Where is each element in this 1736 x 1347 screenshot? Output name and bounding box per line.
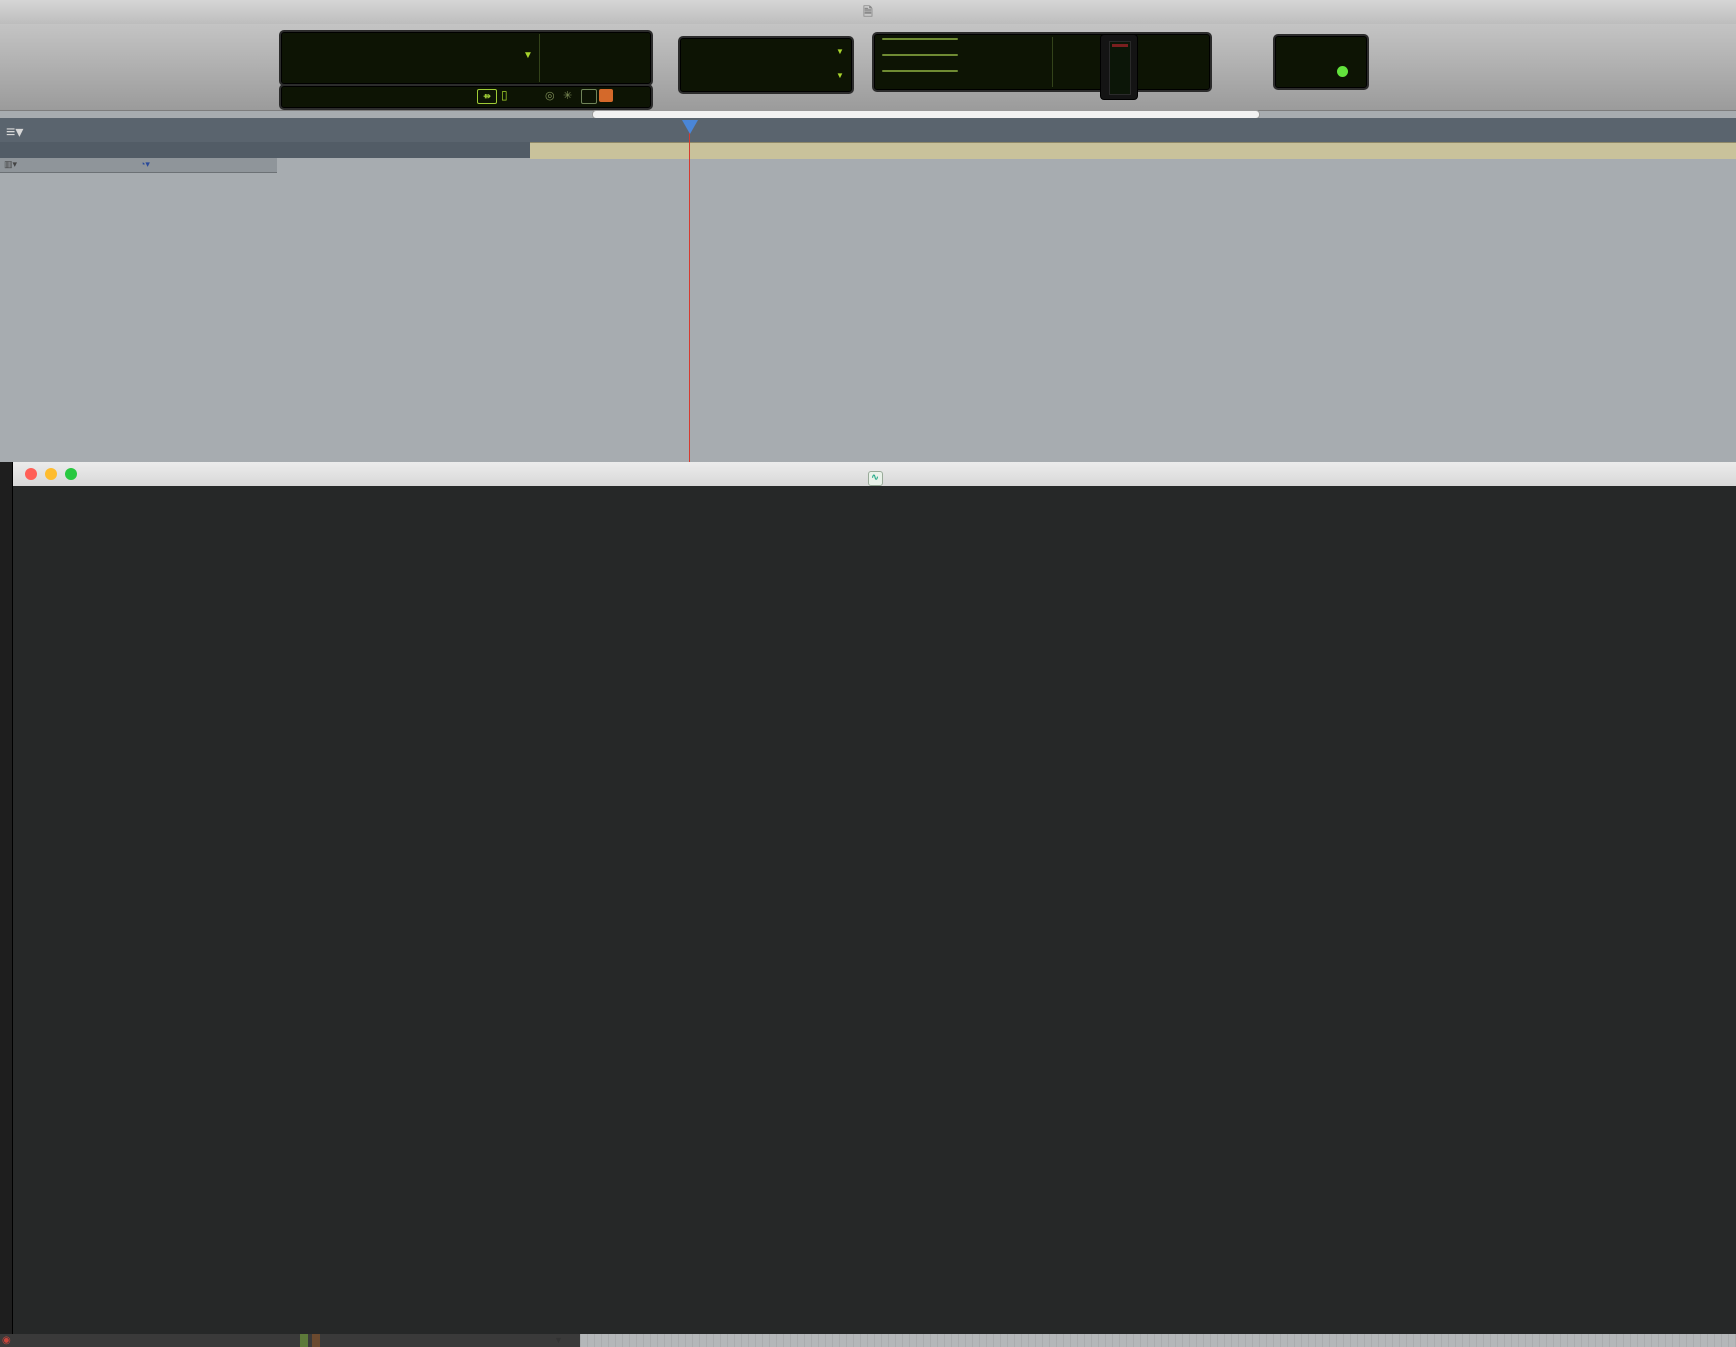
color-strip — [300, 1334, 308, 1347]
color-strip — [312, 1334, 320, 1347]
solo-clear-button[interactable] — [581, 89, 597, 104]
close-icon[interactable] — [25, 468, 37, 480]
meter-clip-led — [1112, 44, 1128, 47]
protools-titlebar[interactable]: 🗎 — [0, 0, 1736, 25]
metronome-icon[interactable]: ◎ — [545, 89, 555, 102]
minimize-icon[interactable] — [45, 468, 57, 480]
protools-edit-window: 🗎 ▼ ⇻ ▯ ◎ ✳ — [0, 0, 1736, 462]
divider — [539, 34, 540, 82]
maximize-icon[interactable] — [65, 468, 77, 480]
level-meter — [1100, 34, 1138, 100]
cursor-display: ⇻ ▯ ◎ ✳ — [279, 84, 653, 110]
reaper-body — [13, 486, 1736, 1347]
chevron-down-icon[interactable]: ▼ — [836, 47, 844, 56]
eucon-panel — [1273, 34, 1369, 90]
protools-track-area — [0, 172, 1736, 462]
chevron-down-icon[interactable]: ▼ — [523, 50, 533, 61]
track-list-header: ▥▾ ◔▾ — [0, 158, 277, 173]
main-counter-display[interactable]: ▼ — [279, 30, 653, 86]
track-view-icon[interactable]: ▥▾ — [4, 159, 17, 170]
markers-ruler[interactable] — [0, 142, 1736, 158]
ruler-menu-icon[interactable]: ≡▾ — [6, 122, 23, 142]
divider — [1052, 37, 1053, 87]
waveform-strip — [580, 1334, 1736, 1347]
post-roll-label[interactable] — [882, 54, 958, 56]
playhead-line — [689, 122, 690, 462]
playhead-marker[interactable] — [682, 120, 698, 134]
reaper-titlebar[interactable]: ∿ — [13, 462, 1736, 487]
timecode-ruler[interactable]: ≡▾ — [0, 118, 1736, 143]
reaper-app-icon: ∿ — [868, 471, 883, 486]
reaper-window: ∿ — [12, 462, 1736, 1347]
protools-background-track-row: ◉ ▼ — [0, 1334, 1736, 1347]
eucon-status-led — [1337, 66, 1348, 77]
clock-icon[interactable]: ◔▾ — [140, 159, 150, 170]
fade-in-label[interactable] — [882, 70, 958, 72]
collapse-icon[interactable]: ◉ — [2, 1335, 11, 1346]
pre-roll-label[interactable] — [882, 38, 958, 40]
markers-band[interactable] — [530, 142, 1736, 159]
grid-nudge-display: ▼ ▼ — [678, 36, 854, 94]
document-icon: 🗎 — [863, 5, 873, 19]
mute-clear-button[interactable] — [599, 89, 613, 102]
desktop: { "protools": { "titlebar": { "title": "… — [0, 0, 1736, 1347]
meter-slot — [1109, 41, 1131, 95]
timeline-insertion-icon[interactable]: ⇻ — [477, 89, 497, 104]
preroll-display — [872, 32, 1212, 92]
chevron-down-icon[interactable]: ▼ — [836, 71, 844, 80]
clip-icon[interactable]: ▯ — [501, 88, 508, 102]
protools-toolbar: ▼ ⇻ ▯ ◎ ✳ ▼ ▼ — [0, 24, 1736, 111]
midi-merge-icon[interactable]: ✳ — [563, 89, 572, 102]
chevron-down-icon[interactable]: ▼ — [554, 1335, 563, 1345]
